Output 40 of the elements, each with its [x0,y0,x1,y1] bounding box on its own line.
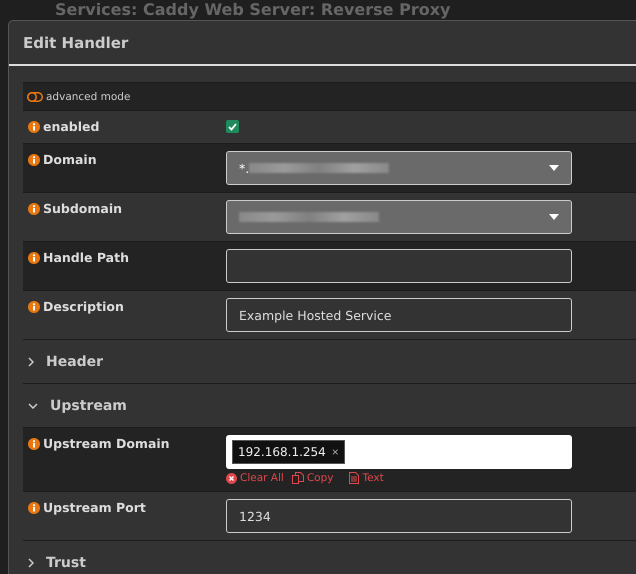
document-icon [349,472,360,484]
dropdown-caret-icon [549,214,559,220]
clear-icon [226,472,237,484]
text-field[interactable]: 1234 [226,499,572,533]
copy-icon [292,472,304,484]
tag-label: 192.168.1.254 [238,445,326,459]
text-field[interactable] [226,249,572,283]
remove-tag-button[interactable]: × [332,445,339,459]
checkbox[interactable] [226,120,239,133]
action-link[interactable]: Copy [292,472,334,484]
page-title: Services: Caddy Web Server: Reverse Proxy [55,0,450,19]
field-label: Handle Path [43,250,129,265]
text-field[interactable]: Example Hosted Service [226,298,572,332]
field-label: Description [43,299,124,314]
info-icon [28,301,40,313]
field-label: Upstream Port [43,500,146,515]
select-field[interactable]: *. [226,151,572,185]
dropdown-caret-icon [549,165,559,171]
toggle-icon[interactable] [27,92,43,102]
tags-field[interactable]: 192.168.1.254 × [226,435,572,469]
field-label: Subdomain [43,201,122,216]
select-field[interactable] [226,200,572,234]
field-label: enabled [43,119,100,134]
info-icon [28,154,40,166]
advanced-mode-label[interactable]: advanced mode [46,90,130,102]
info-icon [28,252,40,264]
action-link[interactable]: Clear All [226,472,284,484]
info-icon [28,438,40,450]
chevron-right-icon [28,558,34,568]
section-header[interactable]: Header [23,339,636,383]
chevron-down-icon [28,402,38,408]
info-icon [28,121,40,133]
dialog-title: Edit Handler [23,34,128,52]
action-link[interactable]: Text [349,472,384,484]
field-label: Domain [43,152,97,167]
info-icon [28,502,40,514]
info-icon [28,203,40,215]
field-label: Upstream Domain [43,436,170,451]
chevron-right-icon [28,356,34,366]
section-header[interactable]: Trust [23,540,636,574]
